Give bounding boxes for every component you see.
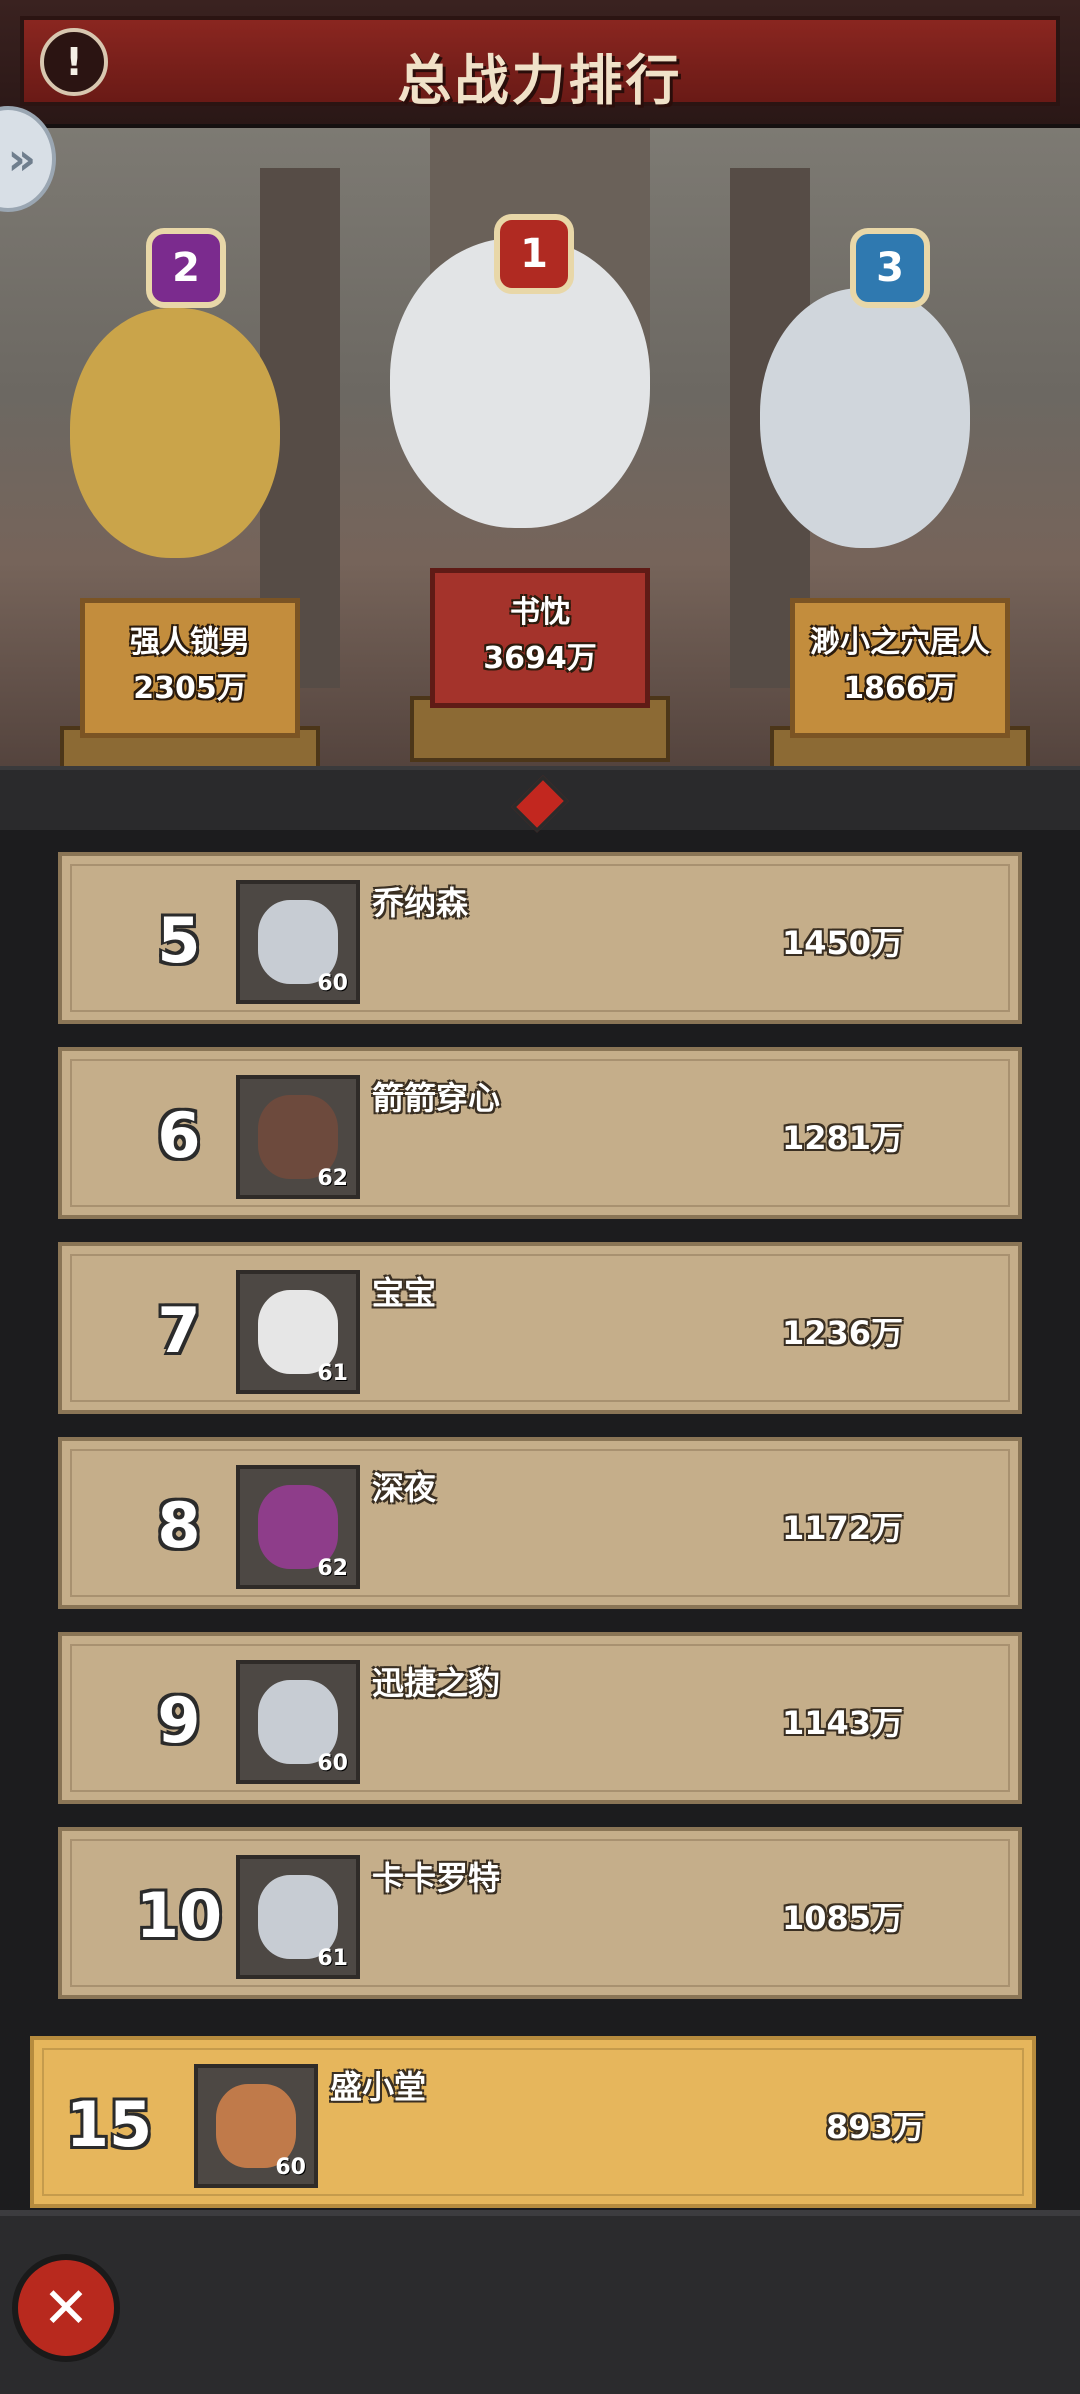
rank-number: 15 <box>65 2088 153 2161</box>
player-name: 宝宝 <box>372 1274 437 1312</box>
ranking-row[interactable]: 10 61 卡卡罗特 1085万 <box>58 1827 1022 1999</box>
ranking-row[interactable]: 5 60 乔纳森 1450万 <box>58 852 1022 1024</box>
ranking-row[interactable]: 6 62 箭箭穿心 1281万 <box>58 1047 1022 1219</box>
player-level: 62 <box>317 1556 348 1581</box>
player-name: 卡卡罗特 <box>372 1859 501 1897</box>
rank-number: 7 <box>157 1294 201 1367</box>
rank-number: 5 <box>157 904 201 977</box>
ranking-row[interactable]: 8 62 深夜 1172万 <box>58 1437 1022 1609</box>
podium-power: 3694万 <box>483 641 597 676</box>
player-level: 62 <box>317 1166 348 1191</box>
player-name: 深夜 <box>372 1469 437 1507</box>
avatar[interactable]: 60 <box>236 880 360 1004</box>
podium-plaque: 书忱 3694万 <box>430 568 650 708</box>
podium-name: 强人锁男 <box>130 625 250 660</box>
player-name: 箭箭穿心 <box>372 1079 501 1117</box>
my-ranking-row[interactable]: 15 60 盛小堂 893万 <box>30 2036 1036 2208</box>
rank-number: 8 <box>157 1489 201 1562</box>
player-power: 1085万 <box>782 1899 904 1937</box>
player-name: 乔纳森 <box>372 884 469 922</box>
podium-power: 2305万 <box>133 671 247 706</box>
avatar[interactable]: 61 <box>236 1855 360 1979</box>
avatar[interactable]: 62 <box>236 1075 360 1199</box>
avatar[interactable]: 60 <box>236 1660 360 1784</box>
avatar[interactable]: 60 <box>194 2064 318 2188</box>
podium-power: 1866万 <box>843 671 957 706</box>
rank-number: 10 <box>135 1879 223 1952</box>
page-title: 总战力排行 <box>397 49 683 112</box>
player-level: 61 <box>317 1361 348 1386</box>
player-power: 1450万 <box>782 924 904 962</box>
player-power: 1172万 <box>782 1509 904 1547</box>
ranking-row[interactable]: 9 60 迅捷之豹 1143万 <box>58 1632 1022 1804</box>
player-power: 893万 <box>826 2108 925 2146</box>
close-icon[interactable]: ✕ <box>12 2254 120 2362</box>
player-level: 60 <box>275 2155 306 2180</box>
podium-plaque: 渺小之穴居人 1866万 <box>790 598 1010 738</box>
bottom-bar <box>0 2210 1080 2394</box>
rank-badge-3: 3 <box>850 228 930 308</box>
rank-number: 9 <box>157 1684 201 1757</box>
avatar[interactable]: 61 <box>236 1270 360 1394</box>
player-power: 1143万 <box>782 1704 904 1742</box>
title-bar: 总战力排行 ! <box>0 0 1080 128</box>
rank-badge-2: 2 <box>146 228 226 308</box>
player-power: 1236万 <box>782 1314 904 1352</box>
hero-figure-3[interactable] <box>760 288 970 548</box>
rank-number: 6 <box>157 1099 201 1172</box>
hero-figure-2[interactable] <box>70 308 280 558</box>
podium-plaque: 强人锁男 2305万 <box>80 598 300 738</box>
info-icon[interactable]: ! <box>40 28 108 96</box>
podium-1[interactable]: 书忱 3694万 <box>410 568 670 762</box>
player-name: 盛小堂 <box>330 2068 427 2106</box>
player-level: 60 <box>317 971 348 996</box>
podium-3[interactable]: 渺小之穴居人 1866万 <box>770 598 1030 792</box>
podium-name: 渺小之穴居人 <box>810 625 990 660</box>
player-power: 1281万 <box>782 1119 904 1157</box>
rank-badge-1: 1 <box>494 214 574 294</box>
podium-name: 书忱 <box>510 595 570 630</box>
avatar[interactable]: 62 <box>236 1465 360 1589</box>
player-level: 60 <box>317 1751 348 1776</box>
player-name: 迅捷之豹 <box>372 1664 501 1702</box>
player-level: 61 <box>317 1946 348 1971</box>
title-banner: 总战力排行 <box>20 16 1060 112</box>
ranking-row[interactable]: 7 61 宝宝 1236万 <box>58 1242 1022 1414</box>
podium-2[interactable]: 强人锁男 2305万 <box>60 598 320 792</box>
podium-stage: 2 1 3 强人锁男 2305万 书忱 3694万 渺小之穴居人 1866万 <box>0 128 1080 828</box>
